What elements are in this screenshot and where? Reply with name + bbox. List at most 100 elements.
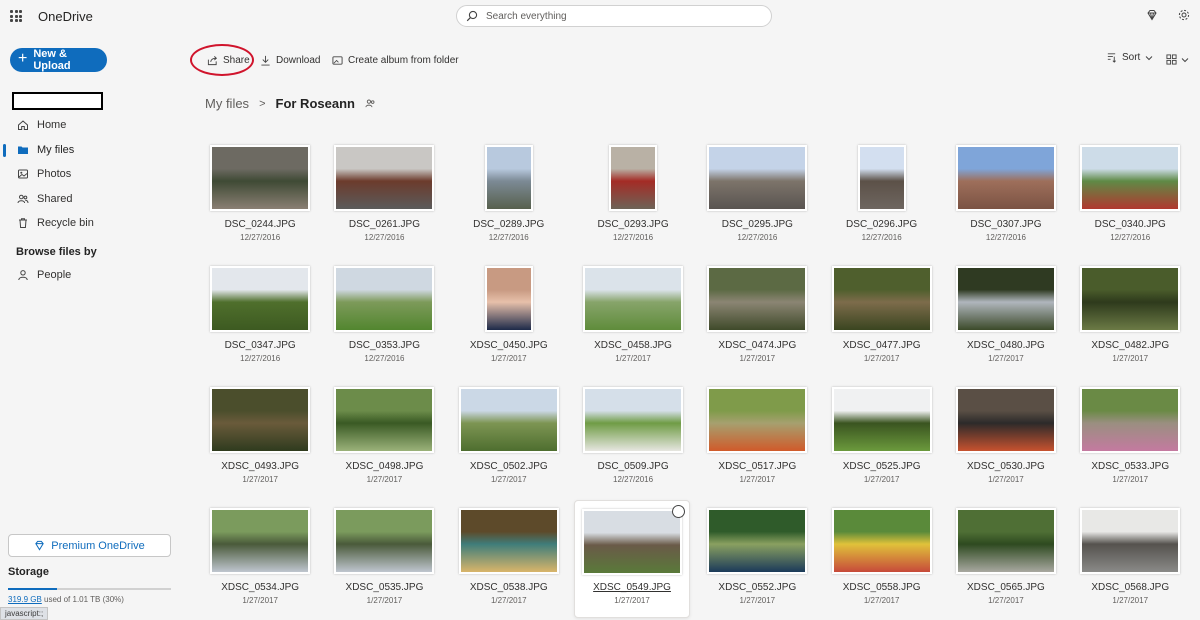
file-tile[interactable]: XDSC_0517.JPG 1/27/2017: [695, 382, 819, 503]
file-name[interactable]: XDSC_0477.JPG: [819, 340, 943, 351]
search-box[interactable]: Search everything: [456, 5, 772, 27]
file-tile[interactable]: DSC_0509.JPG 12/27/2016: [571, 382, 695, 503]
file-tile[interactable]: XDSC_0477.JPG 1/27/2017: [819, 261, 943, 382]
sidebar-item-my-files[interactable]: My files: [0, 138, 190, 163]
file-tile[interactable]: DSC_0307.JPG 12/27/2016: [944, 140, 1068, 261]
sort-button[interactable]: Sort: [1106, 52, 1153, 63]
sidebar-item-photos[interactable]: Photos: [0, 162, 190, 187]
file-name[interactable]: XDSC_0502.JPG: [447, 461, 571, 472]
photo-thumbnail[interactable]: [831, 508, 932, 574]
photo-thumbnail[interactable]: [210, 387, 311, 453]
file-tile[interactable]: DSC_0347.JPG 12/27/2016: [198, 261, 322, 382]
app-title[interactable]: OneDrive: [38, 9, 93, 24]
select-checkbox[interactable]: [672, 505, 686, 518]
file-tile[interactable]: DSC_0293.JPG 12/27/2016: [571, 140, 695, 261]
file-tile[interactable]: DSC_0295.JPG 12/27/2016: [695, 140, 819, 261]
photo-thumbnail[interactable]: [831, 266, 932, 332]
file-name[interactable]: XDSC_0565.JPG: [944, 582, 1068, 593]
sidebar-item-people[interactable]: People: [0, 263, 190, 288]
photo-thumbnail[interactable]: [458, 387, 559, 453]
storage-used-link[interactable]: 319.9 GB: [8, 595, 42, 604]
photo-thumbnail[interactable]: [955, 387, 1056, 453]
new-upload-button[interactable]: + New & Upload: [10, 48, 107, 72]
file-name[interactable]: XDSC_0517.JPG: [695, 461, 819, 472]
file-name[interactable]: XDSC_0450.JPG: [447, 340, 571, 351]
photo-thumbnail[interactable]: [857, 145, 906, 211]
sidebar-item-shared[interactable]: Shared: [0, 187, 190, 212]
file-name[interactable]: DSC_0353.JPG: [322, 340, 446, 351]
breadcrumb-my-files[interactable]: My files: [205, 96, 249, 111]
file-name[interactable]: XDSC_0549.JPG: [575, 582, 689, 593]
diamond-icon[interactable]: [1146, 9, 1158, 21]
photo-thumbnail[interactable]: [707, 145, 808, 211]
view-options-button[interactable]: [1166, 54, 1189, 65]
file-name[interactable]: XDSC_0493.JPG: [198, 461, 322, 472]
photo-thumbnail[interactable]: [1080, 387, 1181, 453]
photo-thumbnail[interactable]: [334, 266, 435, 332]
file-name[interactable]: XDSC_0535.JPG: [322, 582, 446, 593]
file-tile[interactable]: XDSC_0534.JPG 1/27/2017: [198, 503, 322, 620]
file-name[interactable]: XDSC_0458.JPG: [571, 340, 695, 351]
photo-thumbnail[interactable]: [1080, 508, 1181, 574]
file-name[interactable]: XDSC_0530.JPG: [944, 461, 1068, 472]
photo-thumbnail[interactable]: [334, 145, 435, 211]
file-tile[interactable]: XDSC_0565.JPG 1/27/2017: [944, 503, 1068, 620]
photo-thumbnail[interactable]: [831, 387, 932, 453]
file-name[interactable]: XDSC_0534.JPG: [198, 582, 322, 593]
file-tile[interactable]: XDSC_0552.JPG 1/27/2017: [695, 503, 819, 620]
file-name[interactable]: XDSC_0552.JPG: [695, 582, 819, 593]
file-name[interactable]: DSC_0296.JPG: [819, 219, 943, 230]
file-tile[interactable]: XDSC_0530.JPG 1/27/2017: [944, 382, 1068, 503]
file-tile[interactable]: XDSC_0568.JPG 1/27/2017: [1068, 503, 1192, 620]
file-tile[interactable]: DSC_0289.JPG 12/27/2016: [447, 140, 571, 261]
download-button[interactable]: Download: [260, 52, 320, 68]
photo-thumbnail[interactable]: [484, 145, 533, 211]
photo-thumbnail[interactable]: [707, 266, 808, 332]
photo-thumbnail[interactable]: [609, 145, 658, 211]
file-name[interactable]: DSC_0340.JPG: [1068, 219, 1192, 230]
file-tile[interactable]: XDSC_0480.JPG 1/27/2017: [944, 261, 1068, 382]
file-tile[interactable]: XDSC_0450.JPG 1/27/2017: [447, 261, 571, 382]
file-name[interactable]: XDSC_0482.JPG: [1068, 340, 1192, 351]
file-tile[interactable]: XDSC_0482.JPG 1/27/2017: [1068, 261, 1192, 382]
file-name[interactable]: DSC_0347.JPG: [198, 340, 322, 351]
sidebar-item-home[interactable]: Home: [0, 113, 190, 138]
file-tile[interactable]: DSC_0340.JPG 12/27/2016: [1068, 140, 1192, 261]
file-tile[interactable]: XDSC_0538.JPG 1/27/2017: [447, 503, 571, 620]
photo-thumbnail[interactable]: [582, 509, 683, 575]
photo-thumbnail[interactable]: [334, 508, 435, 574]
file-name[interactable]: DSC_0307.JPG: [944, 219, 1068, 230]
file-tile[interactable]: XDSC_0498.JPG 1/27/2017: [322, 382, 446, 503]
photo-thumbnail[interactable]: [210, 266, 311, 332]
app-launcher-icon[interactable]: [10, 10, 22, 22]
file-name[interactable]: DSC_0289.JPG: [447, 219, 571, 230]
file-tile[interactable]: XDSC_0458.JPG 1/27/2017: [571, 261, 695, 382]
premium-onedrive-button[interactable]: Premium OneDrive: [8, 534, 171, 557]
file-name[interactable]: DSC_0293.JPG: [571, 219, 695, 230]
photo-thumbnail[interactable]: [955, 145, 1056, 211]
photo-thumbnail[interactable]: [210, 145, 311, 211]
photo-thumbnail[interactable]: [484, 266, 533, 332]
photo-thumbnail[interactable]: [583, 266, 684, 332]
file-tile[interactable]: XDSC_0474.JPG 1/27/2017: [695, 261, 819, 382]
sidebar-item-recycle-bin[interactable]: Recycle bin: [0, 211, 190, 236]
file-tile[interactable]: DSC_0244.JPG 12/27/2016: [198, 140, 322, 261]
file-name[interactable]: XDSC_0538.JPG: [447, 582, 571, 593]
file-name[interactable]: XDSC_0533.JPG: [1068, 461, 1192, 472]
file-tile[interactable]: XDSC_0558.JPG 1/27/2017: [819, 503, 943, 620]
create-album-button[interactable]: Create album from folder: [332, 52, 459, 68]
file-tile[interactable]: XDSC_0525.JPG 1/27/2017: [819, 382, 943, 503]
file-name[interactable]: XDSC_0558.JPG: [819, 582, 943, 593]
photo-thumbnail[interactable]: [583, 387, 684, 453]
file-name[interactable]: XDSC_0480.JPG: [944, 340, 1068, 351]
file-name[interactable]: DSC_0261.JPG: [322, 219, 446, 230]
photo-thumbnail[interactable]: [955, 266, 1056, 332]
file-name[interactable]: DSC_0295.JPG: [695, 219, 819, 230]
file-name[interactable]: DSC_0509.JPG: [571, 461, 695, 472]
file-tile[interactable]: XDSC_0502.JPG 1/27/2017: [447, 382, 571, 503]
file-name[interactable]: XDSC_0498.JPG: [322, 461, 446, 472]
photo-thumbnail[interactable]: [955, 508, 1056, 574]
file-tile[interactable]: DSC_0353.JPG 12/27/2016: [322, 261, 446, 382]
file-name[interactable]: XDSC_0525.JPG: [819, 461, 943, 472]
photo-thumbnail[interactable]: [210, 508, 311, 574]
